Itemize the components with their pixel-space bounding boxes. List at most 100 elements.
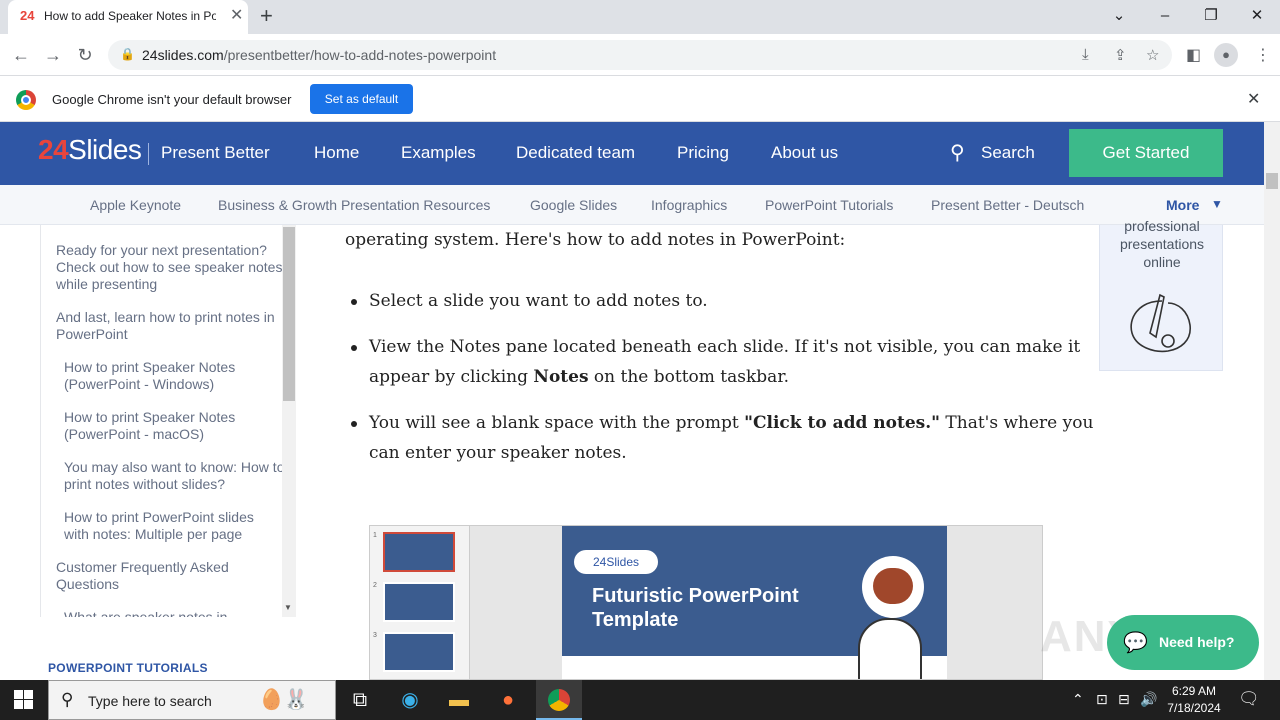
slide-title-line: Futuristic PowerPoint (592, 585, 799, 607)
bullet-item: Select a slide you want to add notes to. (369, 291, 708, 311)
toc-item[interactable]: How to print PowerPoint slides with note… (64, 509, 274, 543)
bullet-item-continued: appear by clicking Notes on the bottom t… (369, 367, 789, 387)
need-help-label: Need help? (1159, 634, 1235, 650)
bullet-item: You will see a blank space with the prom… (369, 413, 1093, 433)
nav-pricing[interactable]: Pricing (677, 143, 729, 163)
nav-home[interactable]: Home (314, 143, 359, 163)
side-panel-icon[interactable]: ◧ (1186, 45, 1201, 65)
category-powerpoint-tutorials[interactable]: PowerPoint Tutorials (765, 197, 893, 213)
nav-search[interactable]: Search (981, 143, 1035, 163)
file-explorer-icon[interactable]: ▬ (439, 685, 479, 715)
toc-item[interactable]: How to print Speaker Notes (PowerPoint -… (64, 359, 264, 393)
url-path: /presentbetter/how-to-add-notes-powerpoi… (223, 47, 497, 63)
article-intro: operating system. Here's how to add note… (345, 230, 846, 250)
bullet-text: You will see a blank space with the prom… (369, 413, 745, 433)
set-as-default-button[interactable]: Set as default (310, 84, 413, 114)
slide-title: Futuristic PowerPoint Template (592, 584, 799, 632)
notification-icon[interactable]: 🗨 (1238, 689, 1260, 709)
chrome-menu-icon[interactable]: ⋮ (1255, 45, 1271, 65)
edge-browser-icon[interactable]: ◉ (390, 685, 430, 715)
site-tagline[interactable]: Present Better (161, 143, 270, 163)
powerpoint-screenshot: 1 2 3 24Slides Futuristic PowerPoint Temp… (369, 525, 1043, 680)
bullet-dot (351, 345, 357, 351)
site-logo[interactable]: 24Slides (38, 134, 142, 166)
restore-button[interactable]: ❐ (1196, 4, 1226, 28)
chrome-logo-icon (16, 90, 36, 110)
tray-device-icon[interactable]: ⊡ (1096, 691, 1108, 708)
category-present-better-deutsch[interactable]: Present Better - Deutsch (931, 197, 1084, 213)
toc-item[interactable]: And last, learn how to print notes in Po… (56, 309, 281, 343)
close-window-button[interactable]: ✕ (1242, 4, 1272, 28)
lock-icon[interactable]: 🔒 (120, 47, 135, 61)
network-icon[interactable]: ⊟ (1118, 691, 1130, 708)
easter-eggs-icon: 🥚🐰 (259, 689, 309, 711)
nav-dedicated-team[interactable]: Dedicated team (516, 143, 635, 163)
toc-item[interactable]: You may also want to know: How to print … (64, 459, 286, 493)
taskbar-clock[interactable]: 6:29 AM 7/18/2024 (1160, 683, 1228, 717)
profile-avatar-icon[interactable]: ● (1214, 43, 1238, 67)
promo-text: online (1143, 254, 1181, 270)
install-icon[interactable]: ⤓ (1082, 46, 1089, 63)
reload-icon[interactable]: ↻ (72, 42, 98, 68)
category-google-slides[interactable]: Google Slides (530, 197, 617, 213)
toc-item[interactable]: Ready for your next presentation? Check … (56, 242, 286, 293)
tab-search-chevron-icon[interactable]: ⌄ (1104, 4, 1134, 28)
more-menu[interactable]: More (1166, 197, 1199, 213)
slide-canvas: 24Slides Futuristic PowerPoint Template (562, 526, 947, 679)
tray-chevron-up-icon[interactable]: ⌃ (1072, 691, 1084, 708)
toc-item[interactable]: What are speaker notes in (64, 609, 284, 617)
url-text: 24slides.com/presentbetter/how-to-add-no… (142, 47, 496, 63)
person-head-icon (858, 618, 922, 679)
new-tab-button[interactable]: + (260, 5, 273, 27)
search-icon[interactable]: ⚲ (950, 140, 965, 165)
need-help-button[interactable]: 💬 Need help? (1107, 615, 1259, 670)
windows-start-icon[interactable] (14, 690, 34, 710)
slide-thumbnail (383, 532, 455, 572)
infobar-message: Google Chrome isn't your default browser (52, 92, 292, 107)
bullet-dot (351, 421, 357, 427)
default-browser-infobar: Google Chrome isn't your default browser… (0, 77, 1280, 122)
chat-bubble-icon: 💬 (1123, 632, 1148, 654)
nav-about-us[interactable]: About us (771, 143, 838, 163)
start-tile (14, 700, 23, 709)
get-started-button[interactable]: Get Started (1069, 129, 1223, 177)
category-apple-keynote[interactable]: Apple Keynote (90, 197, 181, 213)
chrome-taskbar-button[interactable] (536, 680, 582, 720)
windows-taskbar: ⚲ Type here to search 🥚🐰 ⧉ ◉ ▬ ● ⌃ ⊡ ⊟ 🔊… (0, 680, 1280, 720)
toc-item[interactable]: Customer Frequently Asked Questions (56, 559, 256, 593)
page-scrollbar[interactable] (1264, 122, 1280, 680)
table-of-contents: Ready for your next presentation? Check … (40, 225, 297, 617)
toc-item[interactable]: How to print Speaker Notes (PowerPoint -… (64, 409, 264, 443)
back-arrow-icon[interactable]: ← (8, 42, 34, 68)
search-icon: ⚲ (61, 690, 74, 709)
logo-word: Slides (68, 134, 142, 165)
category-business-growth[interactable]: Business & Growth Presentation Resources (218, 197, 490, 213)
browser-tab[interactable]: 24 How to add Speaker Notes in Po ✕ (8, 0, 248, 34)
bold-text: Notes (533, 367, 589, 387)
toc-scrollbar-thumb[interactable] (283, 227, 295, 401)
slide-title-line: Template (592, 609, 679, 631)
bullet-text: appear by clicking (369, 367, 534, 387)
taskbar-search-box[interactable]: ⚲ Type here to search 🥚🐰 (48, 680, 336, 720)
category-infographics[interactable]: Infographics (651, 197, 727, 213)
page-scrollbar-thumb[interactable] (1266, 173, 1278, 189)
infobar-close-icon[interactable]: ✕ (1247, 89, 1260, 109)
site-favicon-icon: 24 (20, 8, 35, 23)
volume-icon[interactable]: 🔊 (1140, 691, 1157, 708)
tab-close-icon[interactable]: ✕ (230, 8, 243, 24)
site-header: 24Slides Present Better Home Examples De… (0, 122, 1264, 185)
bullet-dot (351, 299, 357, 305)
taskbar-search-placeholder: Type here to search (88, 693, 212, 709)
address-bar[interactable]: 🔒 24slides.com/presentbetter/how-to-add-… (108, 40, 1172, 70)
scroll-down-arrow-icon[interactable]: ▼ (284, 603, 292, 612)
task-view-icon[interactable]: ⧉ (340, 685, 380, 715)
forward-arrow-icon[interactable]: → (40, 42, 66, 68)
firefox-icon[interactable]: ● (488, 685, 528, 715)
bookmark-star-icon[interactable]: ☆ (1146, 46, 1159, 64)
promo-card[interactable]: professional presentations online (1099, 218, 1223, 371)
section-label: POWERPOINT TUTORIALS (48, 661, 208, 675)
share-icon[interactable]: ⇪ (1114, 46, 1127, 64)
minimize-button[interactable]: – (1150, 4, 1180, 28)
chevron-down-icon[interactable]: ▼ (1211, 197, 1223, 211)
nav-examples[interactable]: Examples (401, 143, 476, 163)
